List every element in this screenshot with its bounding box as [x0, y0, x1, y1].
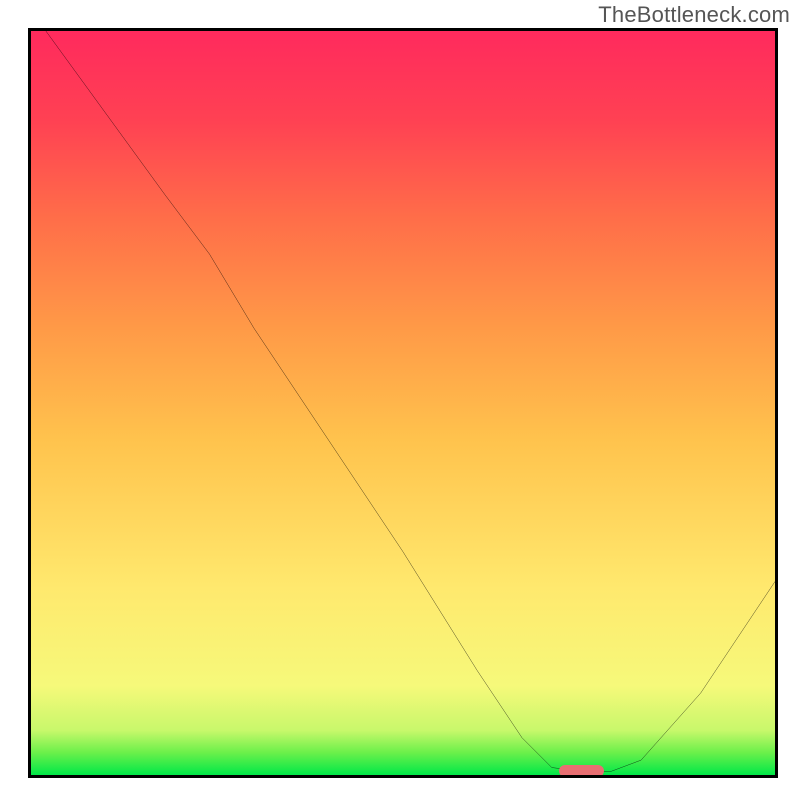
optimum-marker [559, 765, 604, 777]
bottleneck-curve [31, 31, 775, 775]
plot-area [28, 28, 778, 778]
watermark-text: TheBottleneck.com [598, 2, 790, 28]
chart-container: TheBottleneck.com [0, 0, 800, 800]
